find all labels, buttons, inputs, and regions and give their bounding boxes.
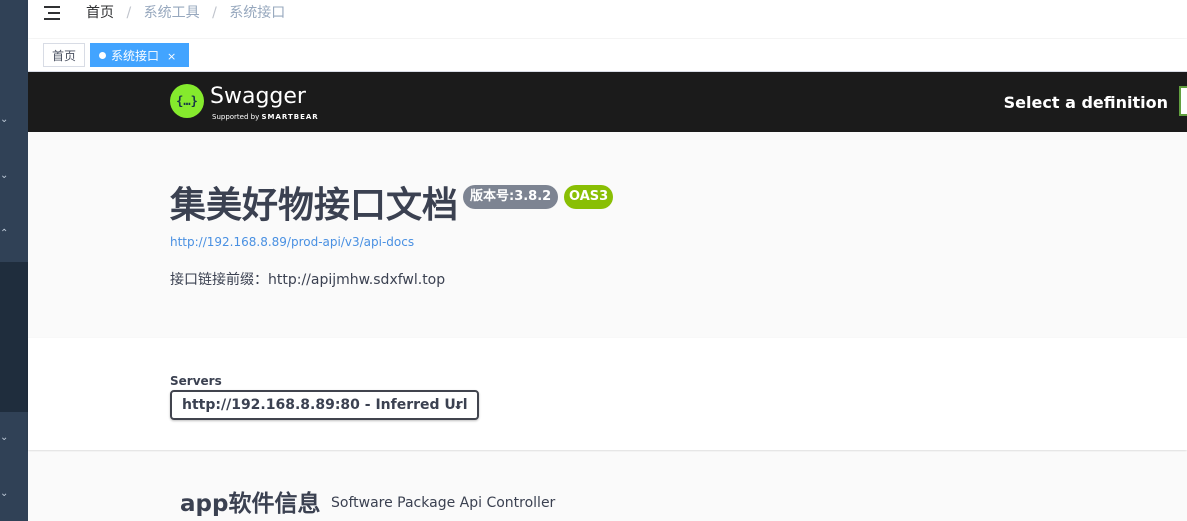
tags-view: 首页 系统接口 × — [28, 39, 1187, 72]
servers-label: Servers — [170, 374, 222, 388]
logo-sub-brand: SMARTBEAR — [261, 113, 319, 121]
tag-label: 系统接口 — [111, 49, 160, 63]
breadcrumb-item: 系统接口 — [229, 5, 286, 21]
tag-system-api[interactable]: 系统接口 × — [90, 43, 189, 67]
section-title[interactable]: app软件信息 — [180, 489, 320, 519]
logo-subtitle: Supported by SMARTBEAR — [212, 113, 319, 122]
servers-select[interactable]: http://192.168.8.89:80 - Inferred Url ⌄ — [170, 390, 479, 420]
servers-section: Servers http://192.168.8.89:80 - Inferre… — [28, 338, 1187, 450]
logo-title: Swagger — [210, 84, 306, 109]
breadcrumb: 首页 / 系统工具 / 系统接口 — [86, 4, 285, 22]
chevron-down-icon[interactable]: ⌄ — [0, 114, 12, 126]
api-docs-link[interactable]: http://192.168.8.89/prod-api/v3/api-docs — [170, 234, 414, 250]
sidebar: ⌄ ⌄ ⌃ ⌄ ⌄ — [0, 0, 28, 521]
breadcrumb-home[interactable]: 首页 — [86, 5, 114, 21]
chevron-up-icon[interactable]: ⌃ — [0, 228, 12, 240]
select-definition-label: Select a definition — [1003, 93, 1168, 112]
chevron-down-icon[interactable]: ⌄ — [0, 170, 12, 182]
swagger-topbar: {…} Swagger Supported by SMARTBEAR Selec… — [28, 72, 1187, 132]
breadcrumb-item: 系统工具 — [143, 5, 200, 21]
breadcrumb-separator: / — [126, 5, 132, 21]
api-info: 集美好物接口文档 版本号:3.8.2 OAS3 http://192.168.8… — [28, 132, 1187, 338]
navbar: 首页 / 系统工具 / 系统接口 — [28, 0, 1187, 38]
definition-select[interactable] — [1179, 86, 1187, 116]
close-icon[interactable]: × — [167, 50, 176, 63]
oas-badge: OAS3 — [564, 185, 614, 209]
active-dot-icon — [99, 52, 106, 59]
version-badge: 版本号:3.8.2 — [463, 185, 559, 209]
chevron-down-icon[interactable]: ⌄ — [0, 432, 12, 444]
page-title: 集美好物接口文档 — [170, 185, 459, 226]
chevron-down-icon: ⌄ — [452, 398, 463, 412]
servers-selected-value: http://192.168.8.89:80 - Inferred Url — [182, 397, 468, 413]
sidebar-active-submenu — [0, 262, 28, 412]
swagger-logo-icon: {…} — [170, 84, 204, 118]
chevron-down-icon[interactable]: ⌄ — [0, 488, 12, 500]
tag-home[interactable]: 首页 — [43, 43, 86, 67]
logo-sub-prefix: Supported by — [212, 113, 260, 121]
api-description: 接口链接前缀：http://apijmhw.sdxfwl.top — [170, 272, 446, 288]
tag-label: 首页 — [52, 49, 77, 63]
breadcrumb-separator: / — [212, 5, 217, 21]
hamburger-icon[interactable] — [44, 5, 62, 21]
tag-section[interactable]: app软件信息 Software Package Api Controller — [28, 452, 1187, 521]
swagger-logo[interactable]: {…} Swagger Supported by SMARTBEAR — [170, 82, 330, 124]
section-subtitle: Software Package Api Controller — [331, 495, 556, 511]
